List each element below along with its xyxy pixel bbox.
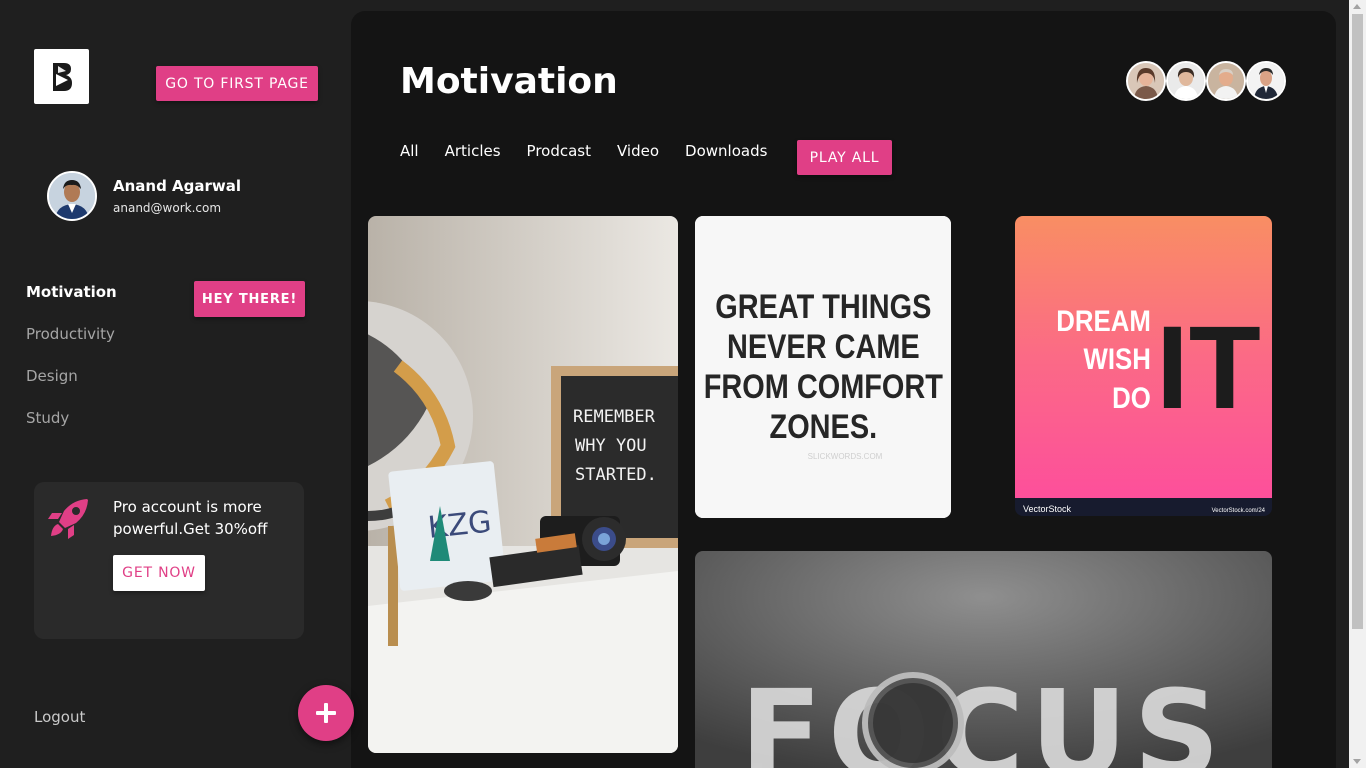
team-avatars [1126, 61, 1286, 101]
promo-text: Pro account is more powerful.Get 30%off [113, 498, 268, 538]
avatar[interactable] [1126, 61, 1166, 101]
plus-icon [316, 703, 336, 723]
tab-prodcast[interactable]: Prodcast [527, 142, 591, 160]
scroll-down-icon[interactable] [1353, 759, 1361, 764]
logout-link[interactable]: Logout [34, 708, 85, 726]
sidebar-item-productivity[interactable]: Productivity [26, 325, 117, 367]
avatar [47, 171, 97, 221]
user-name: Anand Agarwal [113, 177, 242, 195]
content-tabs: All Articles Prodcast Video Downloads [400, 142, 793, 160]
tab-all[interactable]: All [400, 142, 419, 160]
vectorstock-url: VectorStock.com/24 [1212, 508, 1266, 514]
sidebar-nav: Motivation Productivity Design Study [26, 283, 117, 451]
sidebar-item-motivation[interactable]: Motivation [26, 283, 117, 325]
quote-line-3: FROM COMFORT [704, 367, 943, 406]
app: GO TO FIRST PAGE Anand Agarwal anand@wor… [0, 0, 1366, 768]
focus-word: FOCUS [740, 666, 1226, 768]
play-all-button[interactable]: PLAY ALL [797, 140, 892, 175]
hey-there-button[interactable]: HEY THERE! [194, 281, 305, 317]
card-dream-wish-do-it[interactable]: VectorStock VectorStock.com/24 DREAM WIS… [1015, 216, 1272, 516]
avatar[interactable] [1166, 61, 1206, 101]
logo-b-icon [52, 62, 72, 91]
scroll-thumb[interactable] [1352, 14, 1363, 629]
word-wish: WISH [1084, 342, 1151, 375]
tab-articles[interactable]: Articles [445, 142, 501, 160]
user-email: anand@work.com [113, 201, 222, 215]
logo[interactable] [34, 49, 89, 104]
card-great-things-quote[interactable]: GREAT THINGS NEVER CAME FROM COMFORT ZON… [695, 216, 951, 518]
quote-line-4: ZONES. [770, 407, 878, 446]
scroll-up-icon[interactable] [1353, 4, 1361, 9]
letterboard-line-3: STARTED. [575, 465, 657, 485]
profile-text: Anand Agarwal anand@work.com [113, 177, 241, 215]
word-dream: DREAM [1056, 304, 1151, 337]
card-focus[interactable]: FOCUS [695, 551, 1272, 768]
tab-video[interactable]: Video [617, 142, 659, 160]
letterboard-line-1: REMEMBER [573, 407, 656, 427]
go-to-first-page-button[interactable]: GO TO FIRST PAGE [156, 66, 318, 101]
letterboard-line-2: WHY YOU [575, 436, 647, 456]
quote-line-1: GREAT THINGS [715, 287, 931, 326]
avatar[interactable] [1206, 61, 1246, 101]
card-remember-why-you-started[interactable]: REMEMBER WHY YOU STARTED. KZG [368, 216, 678, 753]
page-scrollbar[interactable] [1349, 0, 1366, 768]
page-title: Motivation [400, 61, 618, 102]
tab-downloads[interactable]: Downloads [685, 142, 767, 160]
user-profile[interactable]: Anand Agarwal anand@work.com [47, 171, 241, 221]
sidebar-item-design[interactable]: Design [26, 367, 117, 409]
avatar[interactable] [1246, 61, 1286, 101]
main-panel: Motivation All Articles Prodcast Video D… [351, 11, 1336, 768]
sidebar-item-study[interactable]: Study [26, 409, 117, 451]
word-do: DO [1112, 381, 1151, 414]
word-it: IT [1156, 302, 1261, 434]
add-button[interactable] [298, 685, 354, 741]
get-now-button[interactable]: GET NOW [113, 555, 205, 591]
quote-source: SLICKWORDS.COM [808, 452, 883, 461]
pro-promo-card: Pro account is more powerful.Get 30%off … [34, 482, 304, 639]
quote-line-2: NEVER CAME [727, 327, 920, 366]
rocket-icon [48, 499, 88, 539]
vectorstock-brand: VectorStock [1023, 504, 1072, 514]
